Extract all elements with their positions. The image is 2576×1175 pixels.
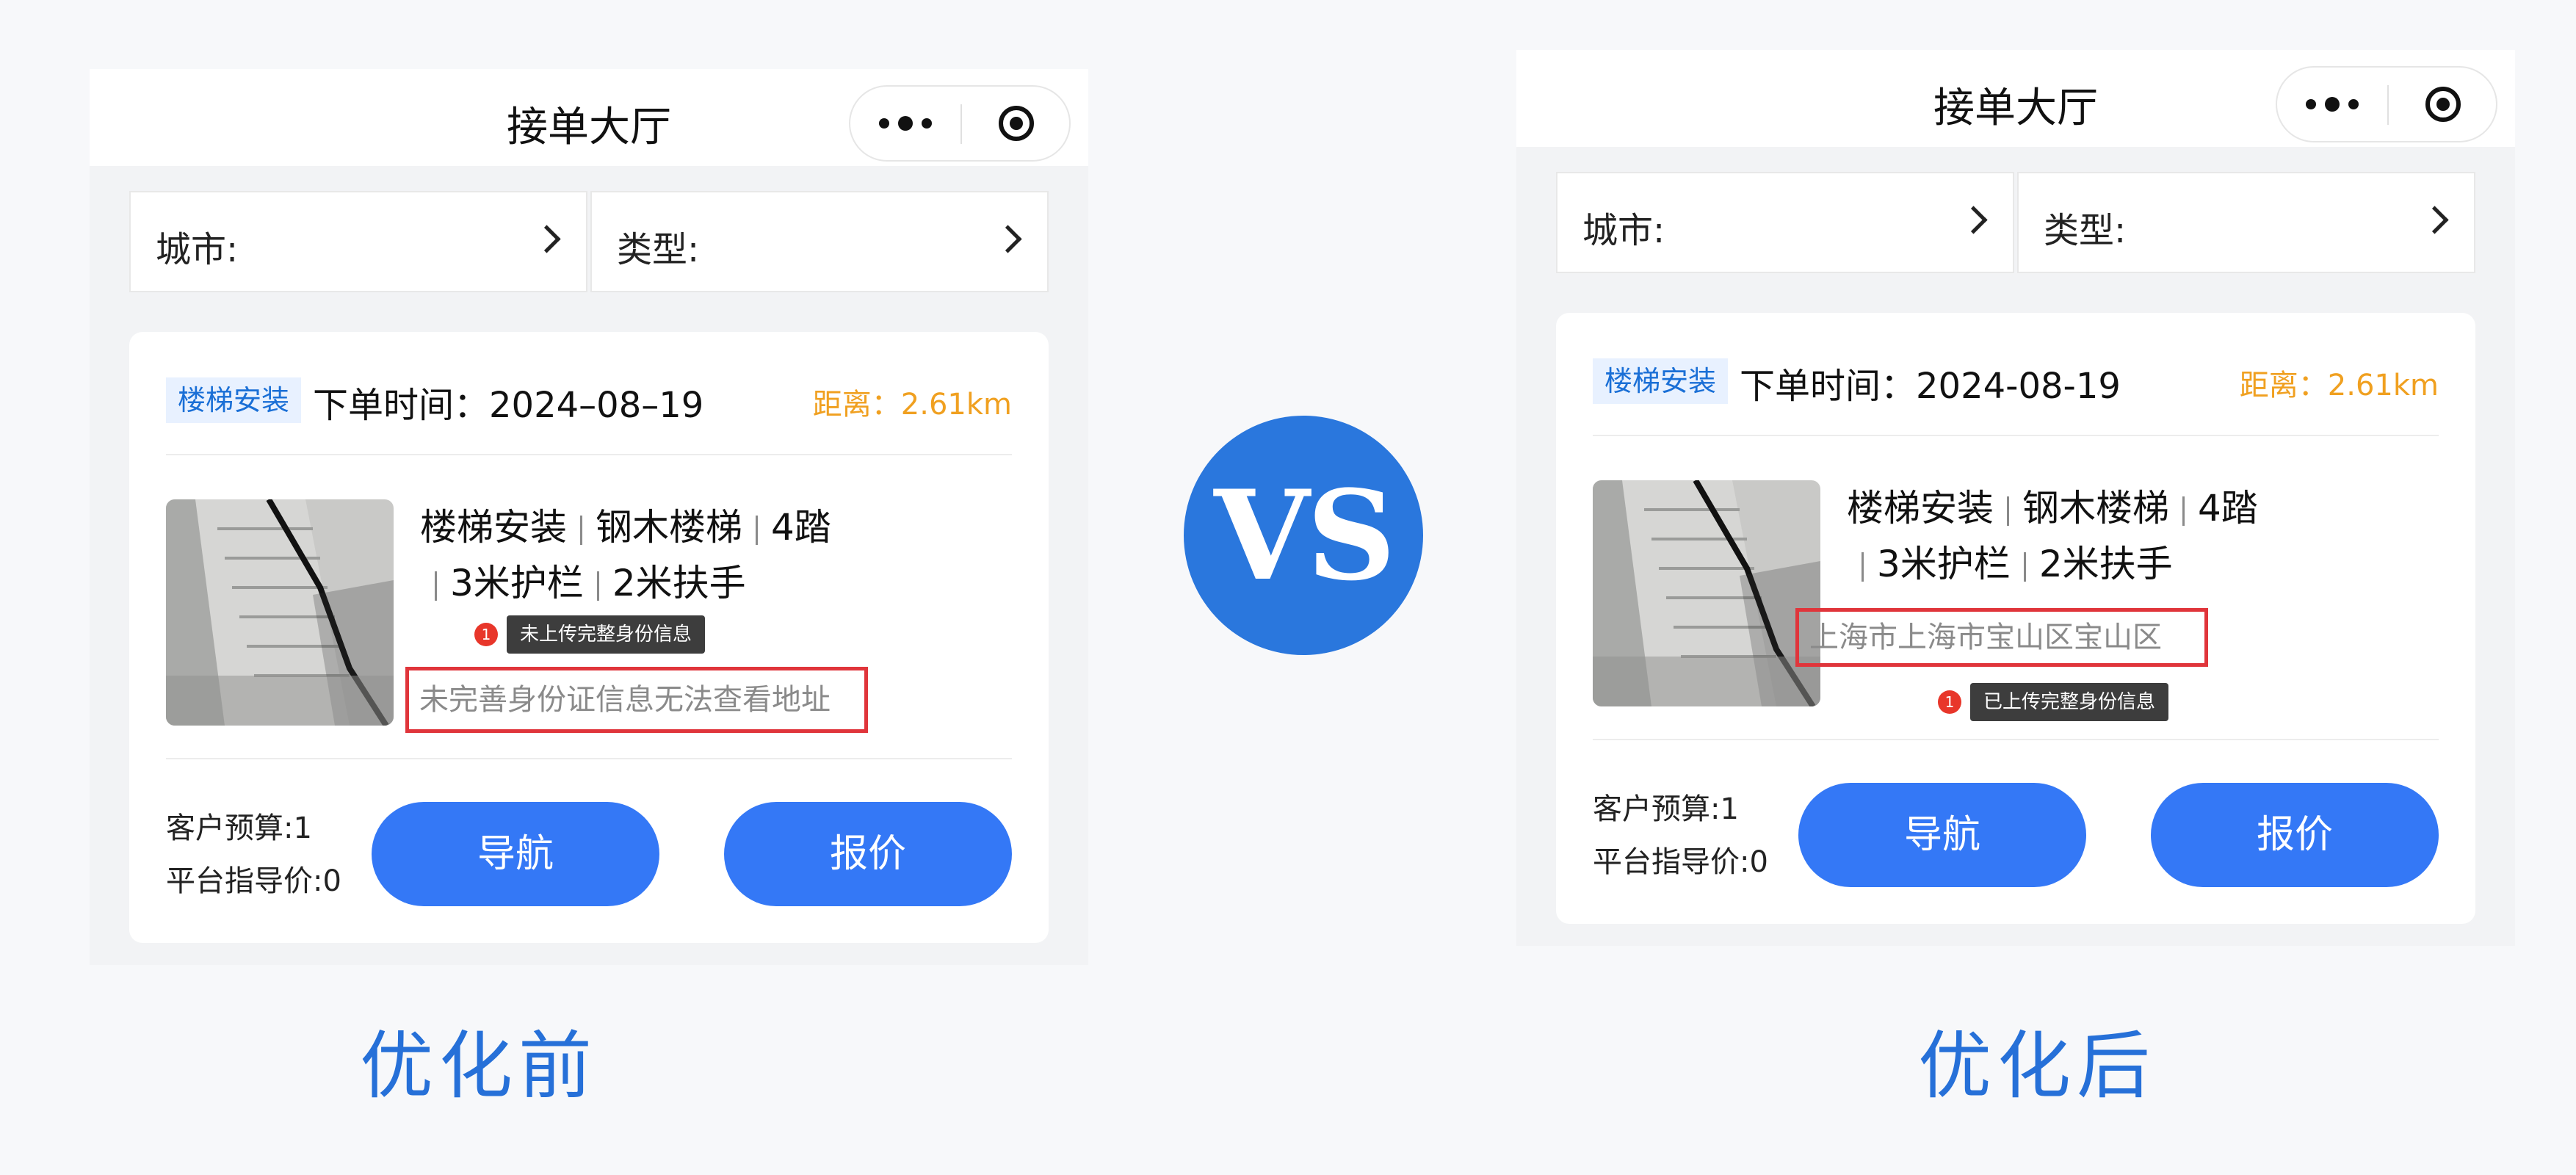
- filter-bar: 城市: 类型:: [129, 191, 1049, 292]
- notification-badge: 1: [474, 623, 498, 646]
- spec-separator: [2007, 496, 2009, 526]
- chevron-right-icon: [1959, 206, 1988, 234]
- mini-program-capsule: [849, 85, 1071, 162]
- spec-separator: [580, 515, 582, 545]
- before-caption: 优化前: [360, 1023, 598, 1109]
- distance-label: 距离：2.61km: [2239, 369, 2439, 402]
- divider: [1593, 739, 2439, 740]
- spec-line-2: 3米护栏 2米扶手: [420, 554, 746, 607]
- staircase-photo[interactable]: [1593, 480, 1820, 706]
- vs-label: VS: [1214, 463, 1396, 608]
- tooltip-text: 已上传完整身份信息: [1970, 683, 2169, 721]
- navigation-bar: 接单大厅: [90, 69, 1088, 166]
- quote-button[interactable]: 报价: [2151, 783, 2439, 887]
- spec-item: 4踏: [771, 506, 831, 549]
- service-type-tag: 楼梯安装: [1593, 358, 1729, 404]
- chevron-right-icon: [2420, 206, 2449, 234]
- spec-line-2: 3米护栏 2米扶手: [1847, 535, 2173, 588]
- after-caption: 优化后: [1918, 1023, 2156, 1109]
- more-dots-icon[interactable]: [850, 87, 960, 160]
- divider: [166, 454, 1012, 455]
- spec-item: 4踏: [2198, 487, 2258, 529]
- spec-separator: [1862, 552, 1864, 582]
- mini-program-capsule: [2276, 66, 2497, 142]
- spec-separator: [435, 571, 437, 601]
- spec-line-1: 楼梯安装 钢木楼梯 4踏: [420, 498, 831, 551]
- order-card[interactable]: 楼梯安装 下单时间：2024–08–19 距离：2.61km 楼梯安装 钢木楼梯…: [129, 332, 1049, 943]
- spec-item: 3米护栏: [450, 562, 584, 604]
- verification-tooltip: 1 已上传完整身份信息: [1938, 683, 2169, 721]
- before-phone-screen: 接单大厅 城市: 类型: 楼梯安装 下单时间：2024–08–19 距离：2.6…: [90, 69, 1088, 965]
- type-filter[interactable]: 类型:: [590, 191, 1049, 292]
- spec-separator: [2023, 552, 2026, 582]
- city-filter[interactable]: 城市:: [129, 191, 587, 292]
- divider: [1593, 435, 2439, 436]
- type-filter-label: 类型:: [2044, 210, 2127, 251]
- price-info: 客户预算:1 平台指导价:0: [166, 802, 341, 908]
- platform-guide-price: 平台指导价:0: [166, 864, 341, 898]
- spec-item: 2米扶手: [2038, 543, 2173, 585]
- type-filter[interactable]: 类型:: [2017, 172, 2475, 273]
- order-card[interactable]: 楼梯安装 下单时间：2024-08-19 距离：2.61km 楼梯安装 钢木楼梯…: [1556, 313, 2475, 924]
- platform-guide-price: 平台指导价:0: [1593, 845, 1768, 879]
- target-icon[interactable]: [962, 87, 1071, 160]
- card-header: 楼梯安装 下单时间：2024–08–19 距离：2.61km: [166, 373, 1012, 432]
- city-filter-label: 城市:: [156, 229, 239, 270]
- verification-tooltip: 1 未上传完整身份信息: [474, 615, 706, 654]
- spec-line-1: 楼梯安装 钢木楼梯 4踏: [1847, 479, 2258, 532]
- tooltip-text: 未上传完整身份信息: [507, 615, 706, 654]
- distance-label: 距离：2.61km: [812, 388, 1012, 422]
- more-dots-icon[interactable]: [2277, 68, 2387, 141]
- spec-item: 楼梯安装: [420, 506, 567, 549]
- address-field: 上海市上海市宝山区宝山区: [1795, 608, 2208, 667]
- city-filter[interactable]: 城市:: [1556, 172, 2014, 273]
- navigate-button[interactable]: 导航: [372, 802, 659, 906]
- after-phone-screen: 接单大厅 城市: 类型: 楼梯安装 下单时间：2024-08-19 距离：2.6…: [1516, 50, 2515, 946]
- vs-badge: VS: [1184, 416, 1423, 655]
- type-filter-label: 类型:: [617, 229, 700, 270]
- spec-item: 钢木楼梯: [2022, 487, 2169, 529]
- divider: [166, 758, 1012, 759]
- customer-budget: 客户预算:1: [166, 811, 312, 845]
- spec-item: 3米护栏: [1877, 543, 2011, 585]
- card-header: 楼梯安装 下单时间：2024-08-19 距离：2.61km: [1593, 354, 2439, 413]
- order-time: 下单时间：2024–08–19: [313, 385, 704, 426]
- spec-item: 2米扶手: [612, 562, 746, 604]
- navigate-button[interactable]: 导航: [1798, 783, 2086, 887]
- staircase-photo[interactable]: [166, 499, 394, 726]
- service-type-tag: 楼梯安装: [166, 377, 302, 423]
- price-info: 客户预算:1 平台指导价:0: [1593, 783, 1768, 889]
- target-icon[interactable]: [2389, 68, 2497, 141]
- notification-badge: 1: [1938, 690, 1961, 714]
- filter-bar: 城市: 类型:: [1556, 172, 2475, 273]
- chevron-right-icon: [994, 225, 1022, 253]
- spec-item: 钢木楼梯: [596, 506, 742, 549]
- customer-budget: 客户预算:1: [1593, 792, 1739, 826]
- navigation-bar: 接单大厅: [1516, 50, 2515, 147]
- spec-separator: [2182, 496, 2185, 526]
- order-time: 下单时间：2024-08-19: [1740, 366, 2121, 407]
- quote-button[interactable]: 报价: [724, 802, 1012, 906]
- spec-item: 楼梯安装: [1847, 487, 1994, 529]
- spec-separator: [596, 571, 599, 601]
- address-field: 未完善身份证信息无法查看地址: [405, 667, 868, 733]
- chevron-right-icon: [532, 225, 561, 253]
- spec-separator: [756, 515, 758, 545]
- city-filter-label: 城市:: [1582, 210, 1665, 251]
